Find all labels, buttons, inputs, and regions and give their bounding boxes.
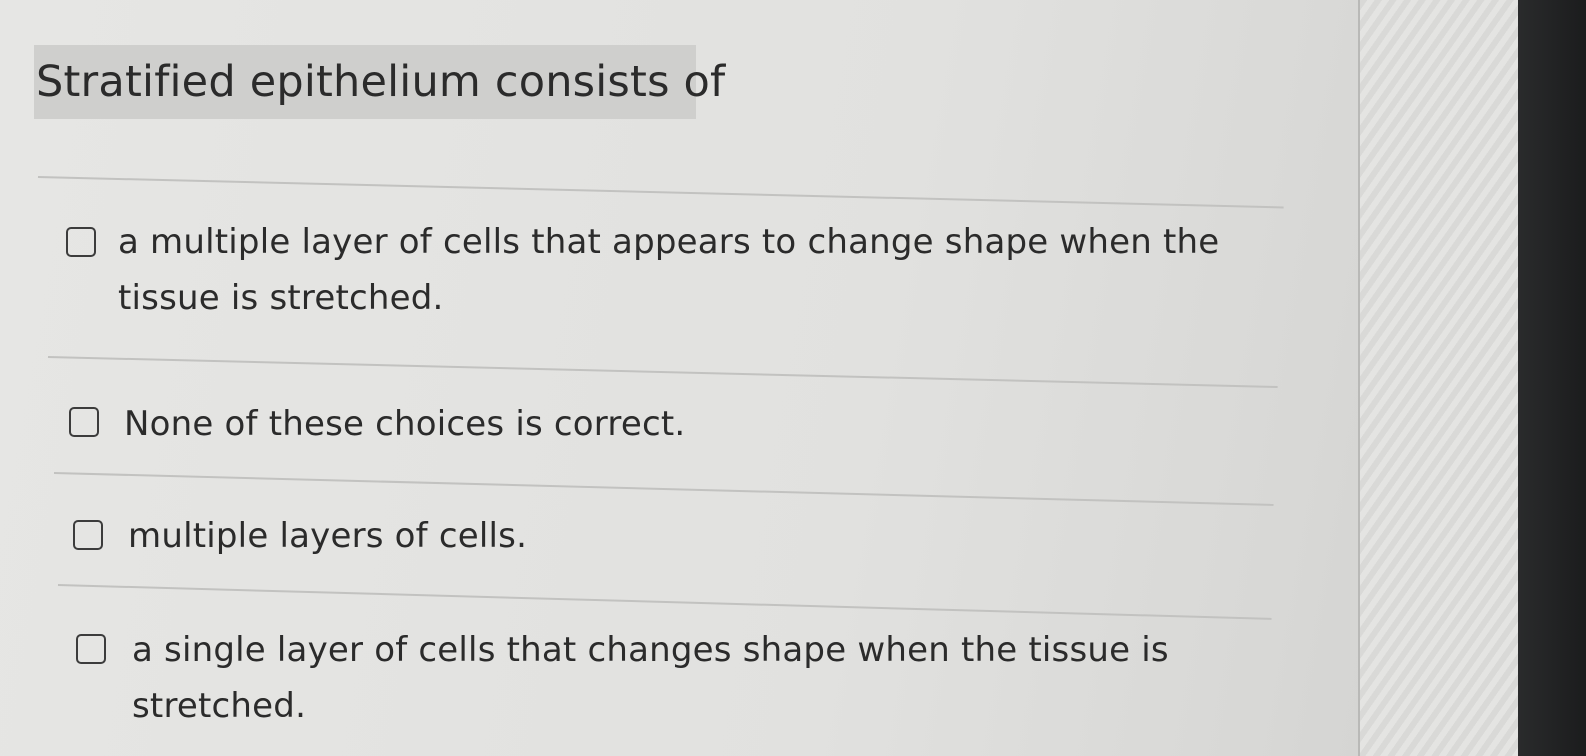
checkbox[interactable] <box>69 407 99 437</box>
option-label: a single layer of cells that changes sha… <box>132 630 1169 726</box>
checkbox[interactable] <box>73 520 103 550</box>
page-background-gutter <box>1360 0 1518 756</box>
question-title: Stratified epithelium consists of <box>34 45 725 119</box>
option-label: a multiple layer of cells that appears t… <box>118 222 1220 318</box>
screen-bezel <box>1518 0 1586 756</box>
checkbox[interactable] <box>66 227 96 257</box>
option-label: multiple layers of cells. <box>128 516 528 556</box>
checkbox[interactable] <box>76 634 106 664</box>
option-label: None of these choices is correct. <box>124 404 686 444</box>
